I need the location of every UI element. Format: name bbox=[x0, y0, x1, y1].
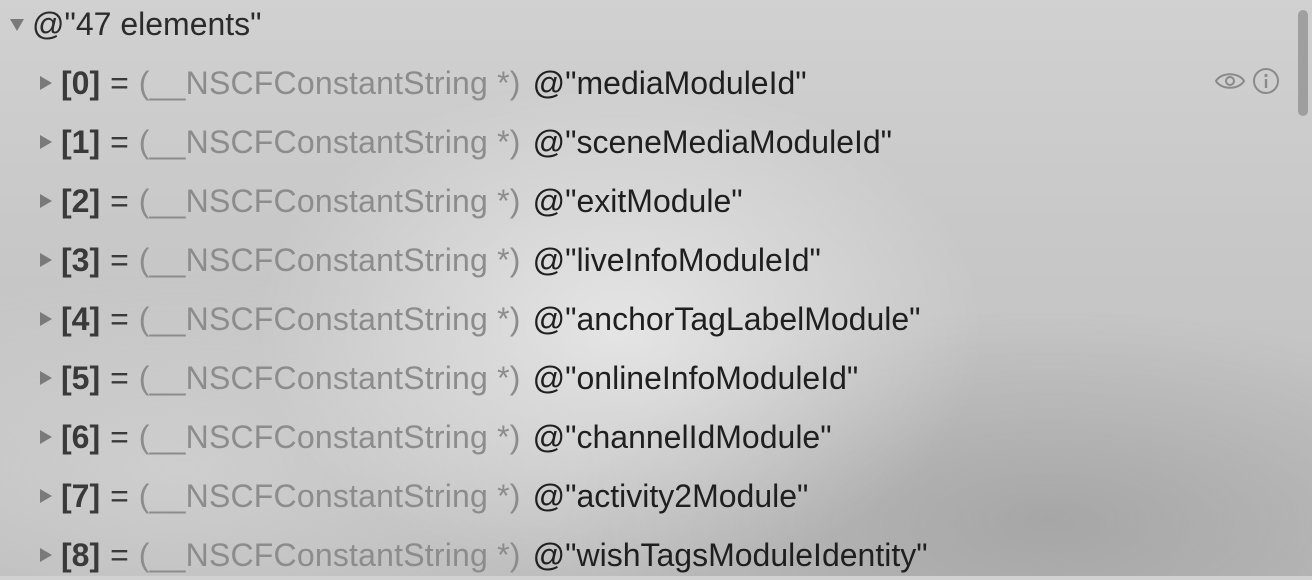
root-summary: @"47 elements" bbox=[32, 5, 262, 42]
root-variable-row[interactable]: @"47 elements" bbox=[10, 2, 262, 46]
element-type: (__NSCFConstantString *) bbox=[138, 182, 521, 219]
equals-sign: = bbox=[110, 359, 129, 396]
array-element-row[interactable]: [8] = (__NSCFConstantString *) @"wishTag… bbox=[40, 530, 928, 580]
element-value: @"channelIdModule" bbox=[532, 418, 832, 455]
disclosure-triangle-right-icon[interactable] bbox=[40, 430, 52, 444]
element-value: @"anchorTagLabelModule" bbox=[532, 300, 921, 337]
variables-view: @"47 elements" [0] = (__NSCFConstantStri… bbox=[0, 0, 1312, 576]
equals-sign: = bbox=[110, 418, 129, 455]
disclosure-triangle-right-icon[interactable] bbox=[40, 371, 52, 385]
disclosure-triangle-right-icon[interactable] bbox=[40, 312, 52, 326]
element-type: (__NSCFConstantString *) bbox=[138, 300, 521, 337]
element-index: [3] bbox=[61, 241, 101, 278]
element-index: [2] bbox=[61, 182, 101, 219]
vertical-scrollbar[interactable] bbox=[1296, 0, 1312, 576]
equals-sign: = bbox=[110, 536, 129, 573]
disclosure-triangle-right-icon[interactable] bbox=[40, 548, 52, 562]
element-index: [8] bbox=[61, 536, 101, 573]
element-type: (__NSCFConstantString *) bbox=[138, 536, 521, 573]
array-element-row[interactable]: [7] = (__NSCFConstantString *) @"activit… bbox=[40, 471, 808, 521]
equals-sign: = bbox=[110, 123, 129, 160]
element-type: (__NSCFConstantString *) bbox=[138, 241, 521, 278]
disclosure-triangle-right-icon[interactable] bbox=[40, 489, 52, 503]
element-value: @"exitModule" bbox=[532, 182, 743, 219]
eye-icon[interactable] bbox=[1214, 67, 1246, 95]
disclosure-triangle-down-icon[interactable] bbox=[10, 19, 24, 31]
disclosure-triangle-right-icon[interactable] bbox=[40, 253, 52, 267]
element-value: @"onlineInfoModuleId" bbox=[532, 359, 859, 396]
element-type: (__NSCFConstantString *) bbox=[138, 477, 521, 514]
array-element-row[interactable]: [5] = (__NSCFConstantString *) @"onlineI… bbox=[40, 353, 858, 403]
row-hover-actions bbox=[1214, 67, 1280, 95]
element-index: [7] bbox=[61, 477, 101, 514]
element-type: (__NSCFConstantString *) bbox=[138, 418, 521, 455]
array-element-row[interactable]: [0] = (__NSCFConstantString *) @"mediaMo… bbox=[40, 58, 807, 108]
element-index: [4] bbox=[61, 300, 101, 337]
element-type: (__NSCFConstantString *) bbox=[138, 64, 521, 101]
scrollbar-thumb[interactable] bbox=[1298, 10, 1308, 116]
array-element-row[interactable]: [1] = (__NSCFConstantString *) @"sceneMe… bbox=[40, 117, 892, 167]
disclosure-triangle-right-icon[interactable] bbox=[40, 76, 52, 90]
array-element-row[interactable]: [6] = (__NSCFConstantString *) @"channel… bbox=[40, 412, 832, 462]
array-element-row[interactable]: [4] = (__NSCFConstantString *) @"anchorT… bbox=[40, 294, 921, 344]
info-icon[interactable] bbox=[1252, 67, 1280, 95]
element-type: (__NSCFConstantString *) bbox=[138, 359, 521, 396]
disclosure-triangle-right-icon[interactable] bbox=[40, 135, 52, 149]
element-value: @"wishTagsModuleIdentity" bbox=[532, 536, 928, 573]
element-index: [5] bbox=[61, 359, 101, 396]
element-index: [6] bbox=[61, 418, 101, 455]
element-value: @"mediaModuleId" bbox=[532, 64, 807, 101]
equals-sign: = bbox=[110, 477, 129, 514]
element-type: (__NSCFConstantString *) bbox=[138, 123, 521, 160]
equals-sign: = bbox=[110, 182, 129, 219]
equals-sign: = bbox=[110, 241, 129, 278]
array-element-row[interactable]: [3] = (__NSCFConstantString *) @"liveInf… bbox=[40, 235, 821, 285]
element-value: @"liveInfoModuleId" bbox=[532, 241, 821, 278]
element-index: [1] bbox=[61, 123, 101, 160]
element-index: [0] bbox=[61, 64, 101, 101]
disclosure-triangle-right-icon[interactable] bbox=[40, 194, 52, 208]
element-value: @"sceneMediaModuleId" bbox=[532, 123, 893, 160]
equals-sign: = bbox=[110, 64, 129, 101]
array-element-row[interactable]: [2] = (__NSCFConstantString *) @"exitMod… bbox=[40, 176, 743, 226]
element-value: @"activity2Module" bbox=[532, 477, 809, 514]
equals-sign: = bbox=[110, 300, 129, 337]
